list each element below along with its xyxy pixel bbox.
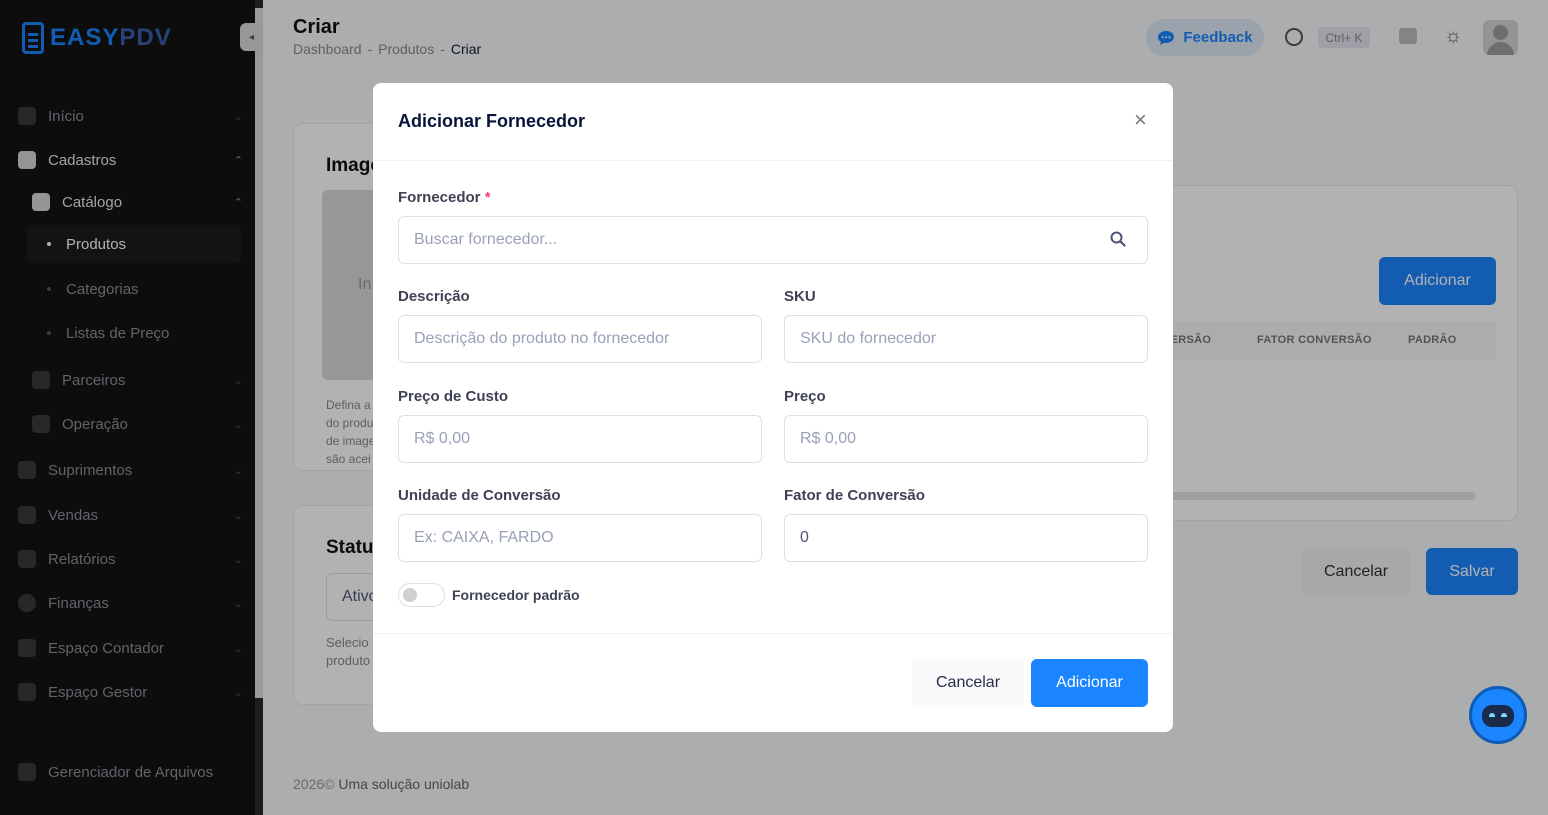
sku-label: SKU [784, 288, 816, 305]
required-mark: * [484, 189, 491, 206]
fornecedor-padrao-toggle[interactable] [398, 583, 445, 607]
modal-footer: Cancelar Adicionar [373, 633, 1173, 732]
modal-add-button[interactable]: Adicionar [1031, 659, 1148, 707]
assistant-bot-icon[interactable] [1469, 686, 1527, 744]
sku-input[interactable] [784, 315, 1148, 363]
unidade-conversao-input[interactable] [398, 514, 762, 562]
add-supplier-modal: Adicionar Fornecedor × Fornecedor * Desc… [373, 83, 1173, 732]
close-icon[interactable]: × [1134, 109, 1150, 131]
descricao-label: Descrição [398, 288, 470, 305]
modal-header: Adicionar Fornecedor × [373, 83, 1173, 161]
unidade-conversao-label: Unidade de Conversão [398, 487, 561, 504]
descricao-input[interactable] [398, 315, 762, 363]
preco-label: Preço [784, 388, 826, 405]
fornecedor-label: Fornecedor * [398, 189, 491, 206]
fator-conversao-label: Fator de Conversão [784, 487, 925, 504]
fornecedor-search-input[interactable] [398, 216, 1148, 264]
modal-cancel-button[interactable]: Cancelar [912, 659, 1024, 707]
preco-custo-input[interactable] [398, 415, 762, 463]
preco-input[interactable] [784, 415, 1148, 463]
fornecedor-padrao-label: Fornecedor padrão [452, 587, 580, 603]
fator-conversao-input[interactable] [784, 514, 1148, 562]
modal-title: Adicionar Fornecedor [398, 111, 586, 131]
search-icon[interactable] [1110, 231, 1126, 247]
preco-custo-label: Preço de Custo [398, 388, 509, 405]
